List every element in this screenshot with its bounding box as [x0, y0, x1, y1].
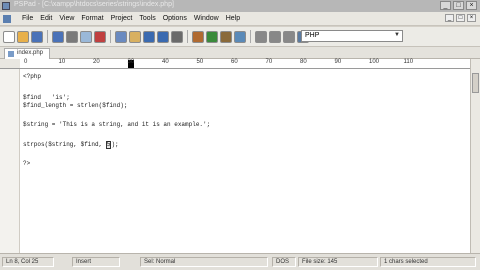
ruler: 0 10 20 30 40 50 60 70 80 90 100 110 [20, 59, 470, 69]
toolbar-separator [250, 30, 251, 43]
ruler-tick-label: 50 [196, 59, 204, 65]
ruler-tick-label: 40 [162, 59, 169, 65]
copy-icon[interactable] [115, 30, 127, 43]
find-icon[interactable] [171, 30, 183, 43]
tab-bar: index.php [0, 47, 480, 59]
save-icon[interactable] [31, 30, 43, 43]
maximize-button[interactable]: □ [453, 1, 464, 10]
ruler-tick-label: 80 [300, 59, 307, 65]
redo-icon[interactable] [157, 30, 169, 43]
ruler-tick-label: 110 [403, 59, 414, 65]
doc-restore-button[interactable]: □ [456, 14, 465, 22]
code-line: $find 'is'; [23, 94, 70, 101]
toolbar-separator [187, 30, 188, 43]
window-controls: _ □ × [440, 1, 477, 10]
doc-close-button[interactable]: × [467, 14, 476, 22]
document-menu-icon[interactable] [3, 15, 11, 23]
ruler-tick-label: 20 [93, 59, 100, 65]
menu-bar: File Edit View Format Project Tools Opti… [0, 12, 480, 26]
menu-file[interactable]: File [22, 15, 33, 22]
undo-icon[interactable] [143, 30, 155, 43]
menu-project[interactable]: Project [111, 15, 133, 22]
tab-label: index.php [17, 50, 44, 56]
zoom-reset-icon[interactable] [283, 30, 295, 43]
vertical-scrollbar[interactable] [470, 59, 480, 253]
code-line: $string = 'This is a string, and it is a… [23, 121, 211, 128]
menu-tools[interactable]: Tools [139, 15, 155, 22]
language-value: PHP [305, 32, 320, 39]
toolbar-separator [110, 30, 111, 43]
new-icon[interactable] [3, 30, 15, 43]
zoom-out-icon[interactable] [269, 30, 281, 43]
window-title: PSPad - [C:\xampp\htdocs\series\strings\… [14, 1, 174, 8]
print-icon[interactable] [66, 30, 78, 43]
language-select[interactable]: PHP ▼ [301, 30, 403, 42]
tab-index-php[interactable]: index.php [4, 48, 50, 59]
code-line: <?php [23, 73, 42, 80]
line-gutter [0, 69, 20, 253]
ruler-gutter [0, 59, 20, 69]
ruler-tick-label: 100 [369, 59, 380, 65]
php-file-icon [8, 51, 14, 57]
goto-icon[interactable] [206, 30, 218, 43]
code-text: strpos($string, $find, [23, 141, 106, 148]
doc-minimize-button[interactable]: _ [445, 14, 454, 22]
app-icon [2, 2, 10, 10]
open-icon[interactable] [17, 30, 29, 43]
status-file-size: File size: 145 [298, 257, 378, 267]
code-text-tail: ); [111, 141, 119, 148]
minimize-button[interactable]: _ [440, 1, 451, 10]
status-bar: Ln 8, Col 25 Insert Sel: Normal DOS File… [0, 253, 480, 270]
toolbar: PHP ▼ [0, 27, 480, 47]
toolbar-separator [47, 30, 48, 43]
status-message: 1 chars selected [380, 257, 476, 267]
cut-icon[interactable] [94, 30, 106, 43]
code-line-cursor: strpos($string, $find, 5); [23, 141, 119, 149]
save-all-icon[interactable] [52, 30, 64, 43]
menu-window[interactable]: Window [194, 15, 219, 22]
scroll-thumb[interactable] [472, 73, 479, 93]
ruler-tick-label: 0 [24, 59, 28, 65]
ruler-tick-label: 90 [334, 59, 342, 65]
title-bar: PSPad - [C:\xampp\htdocs\series\strings\… [0, 0, 480, 12]
close-button[interactable]: × [466, 1, 477, 10]
ruler-tick-label: 60 [231, 59, 238, 65]
status-selection-mode: Sel: Normal [140, 257, 268, 267]
code-editor[interactable]: <?php $find 'is'; $find_length = strlen(… [20, 69, 470, 253]
ruler-tick-label: 70 [265, 59, 273, 65]
tools-icon[interactable] [220, 30, 232, 43]
ruler-tick-label: 10 [58, 59, 66, 65]
preview-icon[interactable] [80, 30, 92, 43]
menu-view[interactable]: View [59, 15, 74, 22]
menu-edit[interactable]: Edit [40, 15, 52, 22]
zoom-in-icon[interactable] [255, 30, 267, 43]
status-mode: Insert [72, 257, 120, 267]
code-line: $find_length = strlen($find); [23, 102, 128, 109]
status-position: Ln 8, Col 25 [2, 257, 54, 267]
replace-icon[interactable] [192, 30, 204, 43]
menu-format[interactable]: Format [81, 15, 103, 22]
code-line: ?> [23, 160, 31, 167]
color-icon[interactable] [234, 30, 246, 43]
status-encoding: DOS [272, 257, 296, 267]
ruler-tick-label: 30 [127, 59, 135, 65]
menu-options[interactable]: Options [163, 15, 187, 22]
chevron-down-icon: ▼ [394, 32, 400, 38]
menu-help[interactable]: Help [226, 15, 240, 22]
paste-icon[interactable] [129, 30, 141, 43]
